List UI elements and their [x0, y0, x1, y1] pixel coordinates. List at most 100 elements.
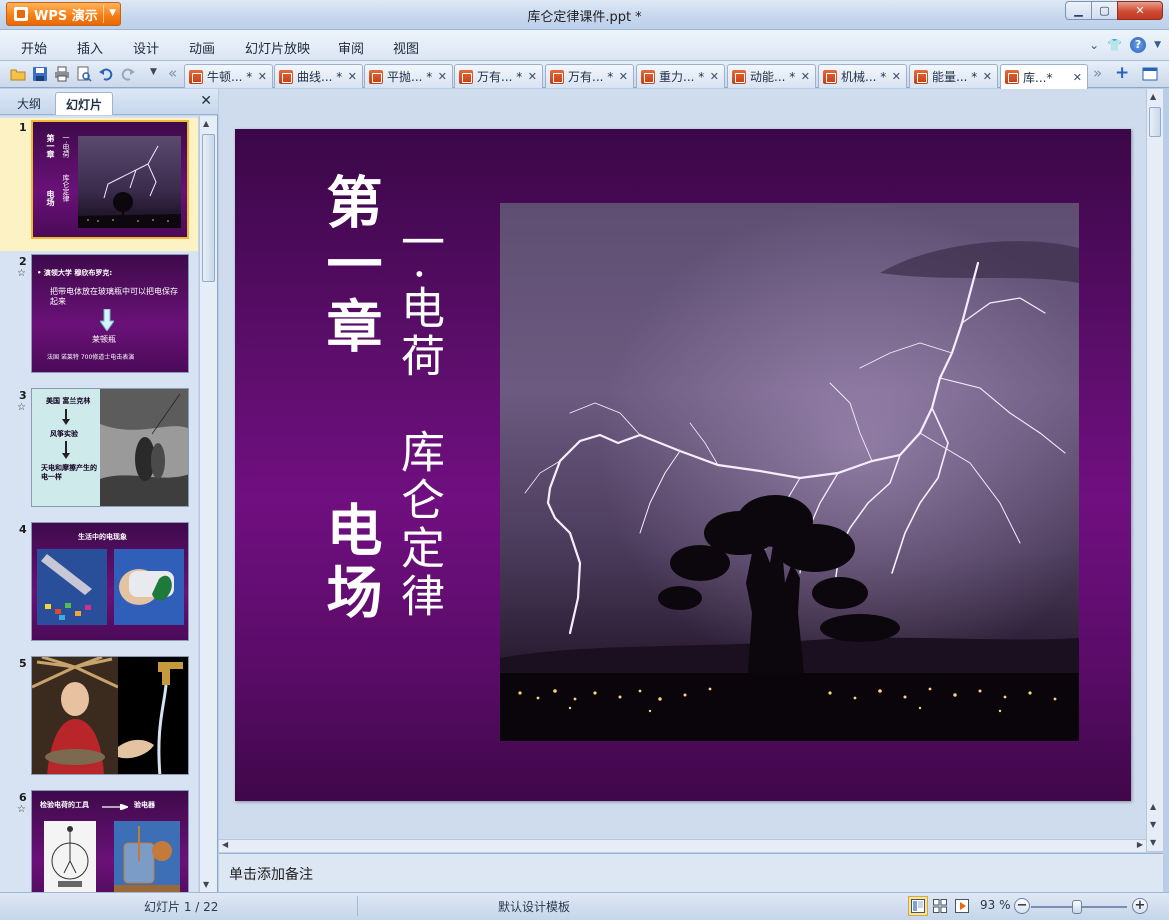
notes-pane[interactable]: 单击添加备注	[219, 853, 1163, 892]
zoom-in-button[interactable]: +	[1132, 898, 1148, 914]
print-preview-icon[interactable]	[76, 66, 92, 82]
animation-star-icon: ☆	[17, 402, 26, 413]
thumbnail-scrollbar[interactable]: ▲ ▼	[199, 116, 217, 892]
slide-5-preview	[31, 656, 189, 775]
menu-insert[interactable]: 插入	[77, 38, 103, 57]
scroll-thumb[interactable]	[1149, 107, 1161, 137]
slide-3-preview: 美国 富兰克林 风筝实验 天电和摩擦产生的电一样	[31, 388, 189, 507]
thumbnail-slide-5[interactable]: 5	[0, 654, 198, 787]
next-slide-icon[interactable]: ▼	[1150, 820, 1156, 829]
quick-access-dropdown-icon[interactable]: ▼	[150, 67, 157, 77]
thumbnail-slide-6[interactable]: 6 ☆ 检验电荷的工具 验电器	[0, 788, 198, 892]
save-icon[interactable]	[32, 66, 48, 82]
close-tab-icon[interactable]: ✕	[528, 70, 537, 83]
close-tab-icon[interactable]: ✕	[348, 70, 357, 83]
scroll-thumb[interactable]	[202, 134, 215, 282]
notes-placeholder[interactable]: 单击添加备注	[229, 864, 313, 884]
minimize-button[interactable]: ▁	[1065, 1, 1092, 20]
tab-scroll-left-icon[interactable]: «	[168, 64, 177, 82]
current-slide[interactable]: 第一章 电场 一·电荷 库仑定律	[235, 129, 1131, 801]
lightning-photo-thumbnail	[78, 136, 181, 228]
slide-sorter-view-icon[interactable]	[930, 896, 950, 916]
scroll-right-icon[interactable]: ▶	[1137, 840, 1143, 849]
collapse-ribbon-icon[interactable]: ⌄	[1089, 38, 1099, 52]
doc-tab-6[interactable]: 重力... * ✕	[636, 64, 725, 88]
document-tab-bar: ▼ « 牛顿... * ✕ 曲线... * ✕ 平抛... * ✕ 万有... * ✕ …	[0, 61, 1169, 89]
ppt-file-icon	[1005, 70, 1019, 84]
tab-outline[interactable]: 大纲	[7, 92, 51, 115]
ppt-file-icon	[189, 69, 203, 84]
zoom-percentage[interactable]: 93 %	[980, 898, 1011, 912]
doc-tab-9[interactable]: 能量... * ✕	[909, 64, 998, 88]
down-arrow-icon	[62, 441, 70, 459]
menu-animation[interactable]: 动画	[189, 38, 215, 57]
ppt-file-icon	[823, 69, 837, 84]
close-panel-icon[interactable]: ✕	[200, 93, 212, 109]
slide-title-chapter[interactable]: 第一章	[315, 173, 385, 359]
zoom-out-button[interactable]: −	[1014, 898, 1030, 914]
ppt-file-icon	[641, 69, 655, 84]
scroll-left-icon[interactable]: ◀	[222, 840, 228, 849]
doc-tab-8[interactable]: 机械... * ✕	[818, 64, 907, 88]
menu-home[interactable]: 开始	[21, 38, 47, 57]
thumbnail-slide-3[interactable]: 3 ☆ 美国 富兰克林 风筝实验 天电和摩擦产生的电一样	[0, 386, 198, 519]
doc-tab-5[interactable]: 万有... * ✕	[545, 64, 634, 88]
doc-tab-7[interactable]: 动能... * ✕	[727, 64, 816, 88]
close-tab-icon[interactable]: ✕	[258, 70, 267, 83]
scroll-down-icon[interactable]: ▼	[203, 880, 209, 889]
new-tab-icon[interactable]: +	[1115, 63, 1129, 83]
static-hair-girl-photo	[32, 657, 118, 774]
thumbnail-slide-4[interactable]: 4 生活中的电现象	[0, 520, 198, 653]
skin-icon[interactable]: 👕	[1107, 38, 1122, 52]
undo-icon[interactable]	[98, 66, 114, 82]
zoom-slider-knob[interactable]	[1072, 900, 1082, 914]
previous-slide-icon[interactable]: ▲	[1150, 802, 1156, 811]
close-tab-icon[interactable]: ✕	[801, 70, 810, 83]
document-title: 库仑定律课件.ppt *	[527, 10, 642, 25]
normal-view-icon[interactable]	[908, 896, 928, 916]
tab-slides[interactable]: 幻灯片	[55, 92, 114, 115]
slide-horizontal-scrollbar[interactable]: ◀ ▶	[219, 839, 1146, 852]
down-arrow-icon	[100, 309, 114, 331]
maximize-button[interactable]: ▢	[1091, 1, 1118, 20]
menu-slideshow[interactable]: 幻灯片放映	[245, 38, 310, 57]
scroll-up-icon[interactable]: ▲	[203, 119, 209, 128]
close-tab-icon[interactable]: ✕	[710, 70, 719, 83]
doc-tab-3[interactable]: 平抛... * ✕	[364, 64, 453, 88]
slide-vertical-scrollbar[interactable]: ▲ ▲ ▼ ▼	[1146, 89, 1163, 851]
scroll-up-icon[interactable]: ▲	[1150, 92, 1156, 101]
redo-icon[interactable]	[120, 66, 136, 82]
slide-editing-area[interactable]: 第一章 电场 一·电荷 库仑定律	[219, 89, 1150, 840]
menu-design[interactable]: 设计	[133, 38, 159, 57]
slide-title-field[interactable]: 电场	[315, 501, 385, 625]
slide-2-preview: • 演领大学 穆欣布罗克: 把带电体放在玻璃瓶中可以把电保存起来 莱顿瓶 法国 …	[31, 254, 189, 373]
close-tab-icon[interactable]: ✕	[983, 70, 992, 83]
window-controls: ▁ ▢ ✕	[1065, 1, 1163, 20]
print-icon[interactable]	[54, 66, 70, 82]
doc-tab-4[interactable]: 万有... * ✕	[454, 64, 543, 88]
menu-review[interactable]: 审阅	[338, 38, 364, 57]
help-icon[interactable]: ?	[1130, 37, 1147, 53]
close-window-button[interactable]: ✕	[1117, 1, 1163, 20]
doc-tab-1[interactable]: 牛顿... * ✕	[184, 64, 273, 88]
close-tab-icon[interactable]: ✕	[892, 70, 901, 83]
menu-view[interactable]: 视图	[393, 38, 419, 57]
status-bar: 幻灯片 1 / 22 默认设计模板 93 % − +	[0, 892, 1169, 920]
tab-scroll-right-icon[interactable]: »	[1093, 64, 1102, 82]
thumbnail-slide-2[interactable]: 2 ☆ • 演领大学 穆欣布罗克: 把带电体放在玻璃瓶中可以把电保存起来 莱顿瓶…	[0, 252, 198, 385]
close-tab-icon[interactable]: ✕	[619, 70, 628, 83]
lightning-photo[interactable]	[500, 203, 1079, 741]
doc-tab-10-active[interactable]: 库...* ✕	[1000, 64, 1088, 89]
close-tab-icon[interactable]: ✕	[1073, 71, 1082, 84]
help-dropdown-icon[interactable]: ▼	[1154, 40, 1161, 50]
scroll-down-icon[interactable]: ▼	[1150, 838, 1156, 847]
close-tab-icon[interactable]: ✕	[438, 70, 447, 83]
thumbnail-slide-1[interactable]: 1 第一章 电场 一·电荷 库仑定律	[0, 118, 198, 251]
slideshow-view-icon[interactable]	[952, 896, 972, 916]
slide-subtitle-coulomb[interactable]: 库仑定律	[390, 429, 446, 621]
slide-subtitle-charge[interactable]: 一·电荷	[390, 219, 446, 381]
doc-tab-2[interactable]: 曲线... * ✕	[274, 64, 363, 88]
open-folder-icon[interactable]	[10, 66, 26, 82]
electroscope-diagram	[44, 821, 96, 892]
tab-list-icon[interactable]	[1142, 66, 1158, 82]
